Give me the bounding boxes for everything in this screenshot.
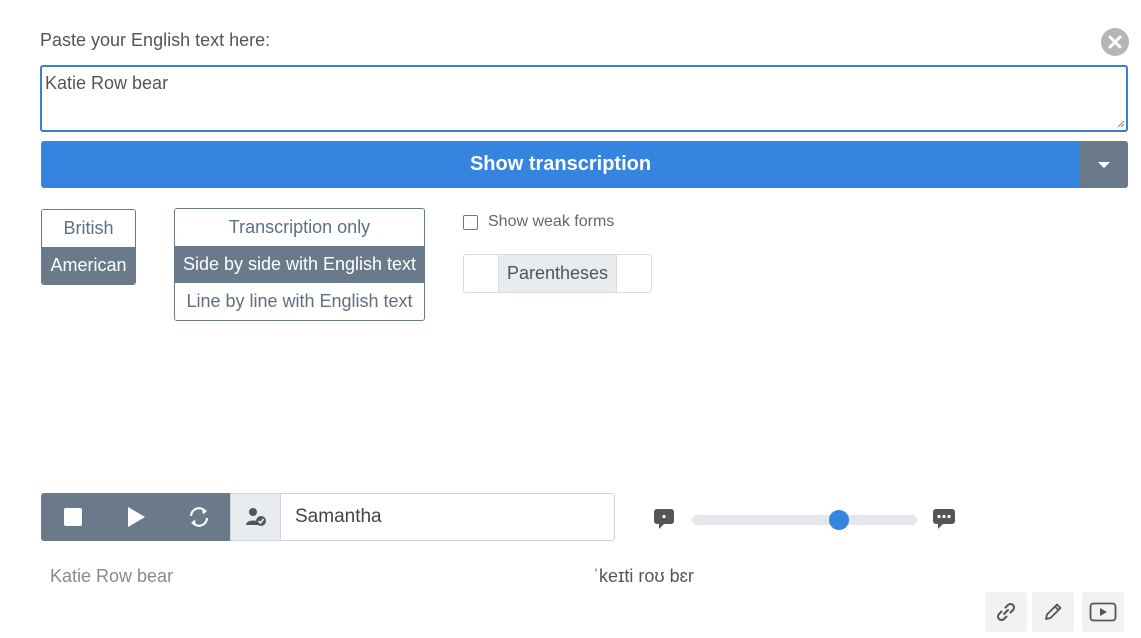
voice-user-icon	[245, 508, 266, 526]
audio-player	[41, 493, 615, 541]
speed-slider[interactable]	[692, 510, 917, 530]
edit-button[interactable]	[1032, 592, 1074, 632]
layout-option-line-by-line[interactable]: Line by line with English text	[175, 283, 424, 320]
accent-option-american[interactable]: American	[42, 247, 135, 284]
video-button[interactable]	[1082, 592, 1124, 632]
english-text-input[interactable]: Katie Row bear	[40, 65, 1128, 132]
close-button[interactable]	[1101, 28, 1129, 56]
link-icon	[996, 602, 1016, 622]
show-transcription-label: Show transcription	[469, 153, 652, 175]
output-ipa-transcription: ˈkeɪti roʊ bɛr	[593, 566, 694, 586]
repeat-button[interactable]	[167, 493, 230, 541]
output-english-text: Katie Row bear	[50, 566, 174, 586]
resize-grip-icon[interactable]	[1115, 118, 1125, 128]
play-icon	[127, 507, 145, 527]
stop-button[interactable]	[41, 493, 104, 541]
video-icon	[1089, 602, 1117, 622]
layout-option-transcription-only[interactable]: Transcription only	[175, 209, 424, 246]
repeat-icon	[189, 507, 208, 527]
show-transcription-button[interactable]: Show transcription	[41, 141, 1080, 188]
parentheses-option[interactable]: Parentheses	[498, 255, 617, 292]
pencil-icon	[1045, 603, 1062, 620]
weak-forms-row: Show weak forms	[463, 213, 614, 231]
close-icon	[1108, 35, 1122, 49]
speech-fast-icon[interactable]	[932, 508, 956, 530]
speech-slow-icon[interactable]	[653, 508, 675, 530]
weak-forms-checkbox[interactable]	[463, 214, 478, 230]
layout-selector: Transcription only Side by side with Eng…	[174, 208, 425, 321]
accent-selector: British American	[41, 209, 136, 285]
parentheses-selector: Parentheses	[463, 254, 652, 293]
prompt-label: Paste your English text here:	[40, 30, 271, 50]
share-link-button[interactable]	[985, 592, 1027, 632]
speed-slider-thumb[interactable]	[829, 510, 850, 530]
voice-settings-button[interactable]	[230, 493, 281, 541]
play-button[interactable]	[104, 493, 167, 541]
parentheses-option-left[interactable]	[464, 255, 498, 292]
accent-option-british[interactable]: British	[42, 210, 135, 247]
caret-down-icon	[1098, 161, 1110, 168]
options-dropdown-button[interactable]	[1080, 141, 1128, 188]
voice-name-field[interactable]	[281, 493, 615, 541]
weak-forms-label[interactable]: Show weak forms	[488, 213, 614, 231]
parentheses-option-right[interactable]	[617, 255, 651, 292]
stop-icon	[63, 508, 82, 526]
layout-option-side-by-side[interactable]: Side by side with English text	[175, 246, 424, 283]
